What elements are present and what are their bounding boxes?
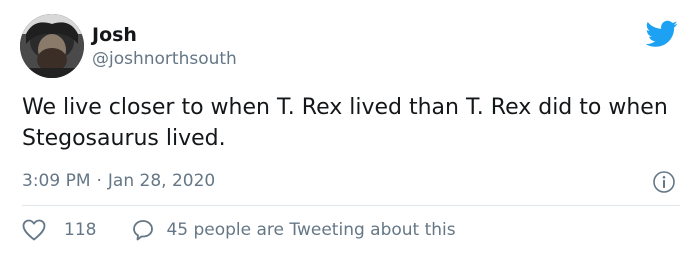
speech-bubble-icon (132, 219, 154, 241)
like-button[interactable]: 118 (22, 219, 96, 241)
divider (22, 205, 680, 206)
avatar[interactable] (20, 14, 84, 78)
tweet-card: Josh @joshnorthsouth We live closer to w… (0, 0, 700, 259)
info-icon[interactable] (652, 170, 676, 194)
tweet-date[interactable]: Jan 28, 2020 (108, 171, 215, 191)
conversation-link[interactable]: 45 people are Tweeting about this (132, 219, 456, 241)
heart-icon (22, 219, 46, 241)
tweet-time[interactable]: 3:09 PM (22, 171, 91, 191)
author-name[interactable]: Josh (92, 24, 137, 46)
tweet-text: We live closer to when T. Rex lived than… (22, 95, 668, 151)
twitter-bird-icon[interactable] (645, 20, 678, 48)
timestamp[interactable]: 3:09 PM · Jan 28, 2020 (22, 170, 215, 192)
timestamp-separator: · (96, 171, 102, 191)
conversation-text: 45 people are Tweeting about this (166, 220, 456, 240)
action-row: 118 45 people are Tweeting about this (22, 219, 456, 241)
like-count: 118 (64, 220, 97, 240)
author-handle[interactable]: @joshnorthsouth (92, 48, 237, 70)
avatar-image (20, 14, 84, 78)
